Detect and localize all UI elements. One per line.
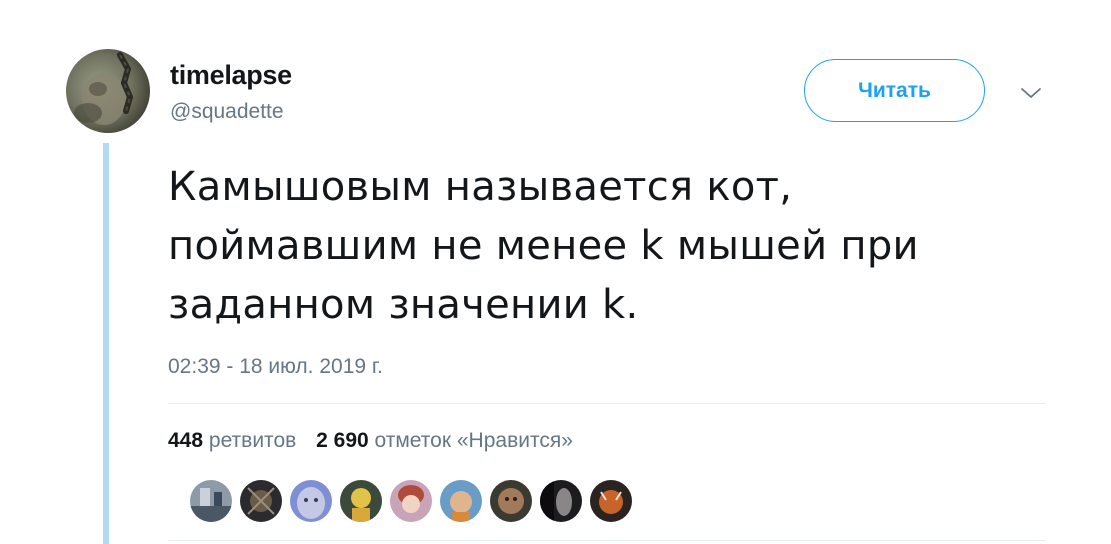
tweet-text-line: заданном значении k.	[168, 282, 639, 328]
user-avatar-icon	[340, 480, 382, 522]
liker-avatar[interactable]	[190, 480, 232, 522]
user-avatar-icon	[490, 480, 532, 522]
liker-avatars	[190, 480, 632, 522]
user-avatar-icon	[290, 480, 332, 522]
tweet-text-line: поймавшим не менее k мышей при	[168, 223, 919, 269]
retweets-label: ретвитов	[208, 429, 297, 452]
user-avatar-icon	[190, 480, 232, 522]
retweets-count: 448	[168, 429, 204, 452]
user-avatar-icon	[66, 49, 150, 133]
tweet-text-line: Камышовым называется кот,	[168, 164, 793, 210]
likes-stat[interactable]: 2 690 отметок «Нравится»	[316, 429, 573, 452]
liker-avatar[interactable]	[340, 480, 382, 522]
likes-count: 2 690	[316, 429, 369, 452]
liker-avatar[interactable]	[540, 480, 582, 522]
author-display-name[interactable]: timelapse	[170, 60, 292, 91]
divider	[168, 403, 1046, 404]
user-avatar-icon	[540, 480, 582, 522]
likes-label: отметок «Нравится»	[374, 429, 573, 452]
chevron-down-icon[interactable]	[1019, 81, 1043, 105]
thread-line	[103, 143, 109, 544]
author-avatar[interactable]	[66, 49, 150, 133]
user-avatar-icon	[440, 480, 482, 522]
liker-avatar[interactable]	[490, 480, 532, 522]
user-avatar-icon	[590, 480, 632, 522]
tweet-text: Камышовым называется кот, поймавшим не м…	[168, 158, 1048, 335]
author-handle[interactable]: @squadette	[170, 100, 284, 124]
tweet-page: timelapse @squadette Читать Камышовым на…	[0, 0, 1111, 544]
user-avatar-icon	[390, 480, 432, 522]
user-avatar-icon	[240, 480, 282, 522]
liker-avatar[interactable]	[240, 480, 282, 522]
retweets-stat[interactable]: 448 ретвитов	[168, 429, 296, 452]
divider	[168, 540, 1046, 541]
tweet-timestamp[interactable]: 02:39 - 18 июл. 2019 г.	[168, 355, 383, 379]
liker-avatar[interactable]	[290, 480, 332, 522]
liker-avatar[interactable]	[440, 480, 482, 522]
liker-avatar[interactable]	[590, 480, 632, 522]
liker-avatar[interactable]	[390, 480, 432, 522]
follow-button[interactable]: Читать	[804, 59, 985, 122]
tweet-stats: 448 ретвитов 2 690 отметок «Нравится»	[168, 429, 573, 453]
